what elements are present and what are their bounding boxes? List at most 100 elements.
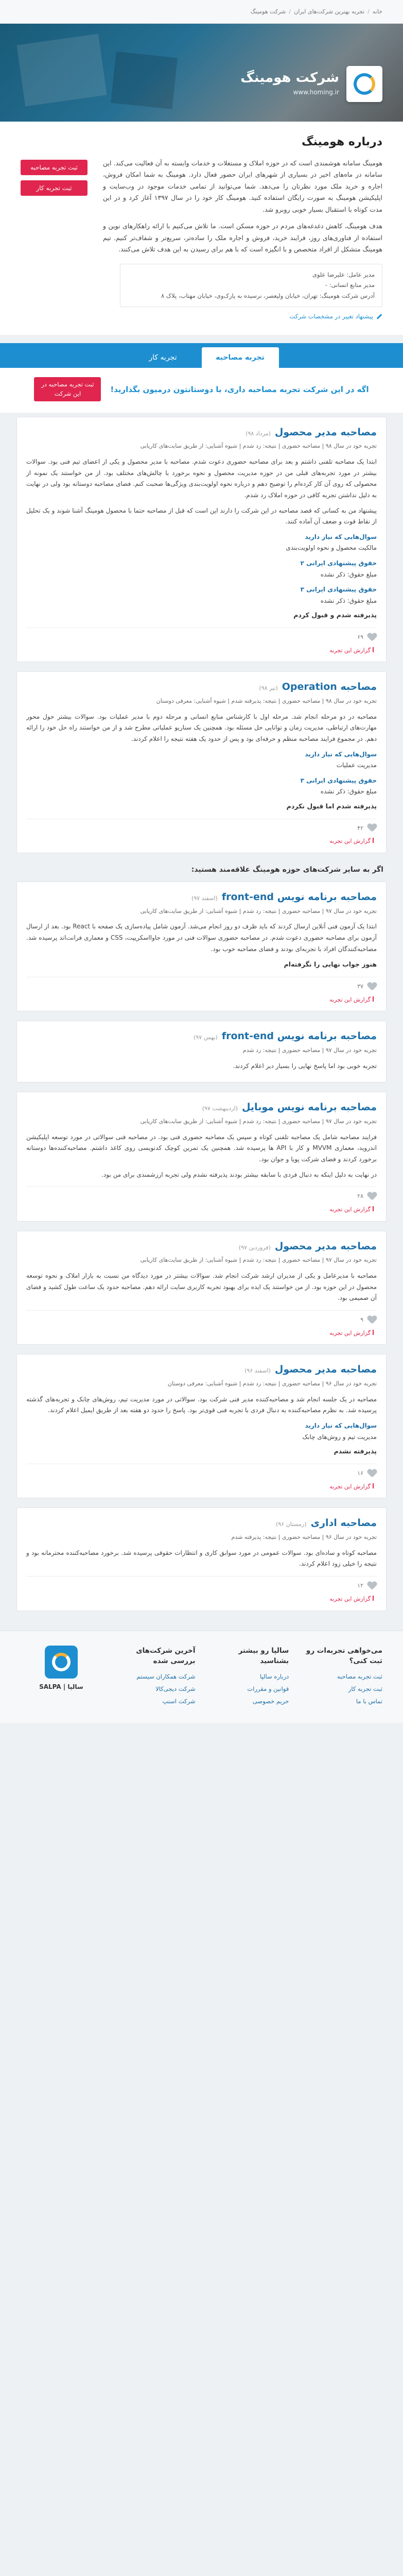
footer: می‌خواهی تجربه‌ات رو ثبت کنی؟ ثبت تجربه … [0,1630,403,1723]
interview-title[interactable]: مصاحبه مدیر محصول(اسفند ۹۶) [26,1363,377,1377]
interview-paragraph: مصاحبه در یک جلسه انجام شد و مصاحبه‌کنند… [26,1395,377,1414]
like-count: ۱۶ [357,1469,363,1477]
field-label: حقوق پیشنهادی ایرانی ۲ [300,559,377,567]
company-meta-box: مدیر عامل: علیرضا علوی مدیر منابع انسانی… [120,263,382,307]
add-work-experience-button[interactable]: ثبت تجربه کار [21,180,87,196]
report-link[interactable]: گزارش این تجربه [26,1205,377,1215]
field-value: مدیریت عملیات [336,761,377,769]
brand-name: سالپا | SALPA [39,1683,83,1690]
interview-title[interactable]: مصاحبه مدیر محصول(مرداد ۹۸) [26,426,377,439]
interview-title-text: مصاحبه Operation [282,681,377,693]
flag-icon [373,1595,377,1601]
add-interview-button[interactable]: ثبت تجربه مصاحبه [21,159,87,175]
about-title: درباره هومینگ [302,135,382,148]
like-count: ۲۸ [357,1193,363,1200]
like-count: ۹ [360,1316,363,1323]
footer-column-title: آخرین شرکت‌های بررسی شده [136,1646,196,1665]
like-count: ۱۲ [357,1582,363,1589]
suggest-edit-link[interactable]: پیشنهاد تغییر در مشخصات شرکت [21,311,382,322]
interview-footer: ۲۸ [26,1187,377,1201]
interview-title-text: مصاحبه اداری [310,1517,377,1529]
meta-hr: مدیر منابع انسانی: - [325,281,375,289]
interview-title[interactable]: مصاحبه Operation (تیر ۹۸) [26,680,377,694]
company-url[interactable]: www.homing.ir [240,87,339,98]
tab-interview[interactable]: تجربه مصاحبه [201,347,279,368]
footer-link[interactable]: ثبت تجربه کار [301,1683,382,1695]
pencil-icon [376,313,382,319]
interview-meta: تجربه خود در سال ۹۷ | مصاحبه حضوری | نتی… [140,1117,377,1125]
meta-ceo: مدیر عامل: علیرضا علوی [312,270,375,278]
heart-icon[interactable] [367,1469,377,1478]
interview-outcome: پذیرفته شدم اما قبول نکردم [286,802,377,810]
experience-tabs: تجربه مصاحبه تجربه کار [0,343,403,368]
interview-title-text: مصاحبه برنامه نویس front-end [221,891,377,903]
heart-icon[interactable] [367,633,377,641]
interview-meta: تجربه خود در سال ۹۸ | مصاحبه حضوری | نتی… [140,443,377,450]
heart-icon[interactable] [367,1316,377,1324]
report-link[interactable]: گزارش این تجربه [26,1594,377,1604]
footer-column: آخرین شرکت‌های بررسی شده شرکت همکاران سی… [114,1646,196,1708]
logo-mark-icon [354,73,375,95]
field-label: سوال‌هایی که نیاز دارید [305,750,377,758]
interview-title[interactable]: مصاحبه برنامه نویس front-end(اسفند ۹۷) [26,890,377,904]
interview-title[interactable]: مصاحبه برنامه نویس موبایل(اردیبهشت ۹۷) [26,1100,377,1114]
heart-icon[interactable] [367,1582,377,1590]
cta-text: اگه در این شرکت تجربه مصاحبه داری، با دو… [110,384,369,394]
interview-title[interactable]: مصاحبه مدیر محصول(فروردین ۹۷) [26,1240,377,1253]
interview-body: مصاحبه در دو مرحله انجام شد. مرحله اول ب… [26,711,377,745]
interview-paragraph: مصاحبه با مدیرعامل و یکی از مدیران ارشد … [26,1272,377,1302]
interview-date: (فروردین ۹۷) [238,1244,271,1251]
breadcrumb-companies[interactable]: تجربه بهترین شرکت‌های ایران [294,7,364,17]
footer-link[interactable]: شرکت اسنپ [114,1695,196,1707]
report-link[interactable]: گزارش این تجربه [26,995,377,1005]
interview-title[interactable]: مصاحبه اداری(زمستان ۹۶) [26,1516,377,1530]
footer-link[interactable]: قوانین و مقررات [208,1683,289,1695]
heart-icon[interactable] [367,824,377,832]
interview-footer: ۱۶ [26,1463,377,1479]
interview-footer: ۹ [26,1310,377,1325]
company-hero: شرکت هومینگ www.homing.ir [0,24,403,122]
flag-icon [373,838,377,843]
interview-card: مصاحبه برنامه نویس front-end(اسفند ۹۷) تج… [16,882,387,1012]
breadcrumb: خانه / تجربه بهترین شرکت‌های ایران / شرک… [0,0,403,24]
heart-icon[interactable] [367,982,377,991]
related-companies-note: اگر به سایر شرکت‌های حوزه هومینگ علاقه‌م… [191,866,383,874]
interview-meta: تجربه خود در سال ۹۷ | مصاحبه حضوری | نتی… [140,1257,377,1264]
report-label: گزارش این تجربه [329,1595,371,1602]
interview-card: مصاحبه برنامه نویس موبایل(اردیبهشت ۹۷) تج… [16,1092,387,1222]
interview-paragraph: در نهایت به دلیل اینکه به دنبال فردی با … [101,1171,377,1178]
interview-card: مصاحبه اداری(زمستان ۹۶) تجربه خود در سال … [16,1507,387,1611]
company-header: شرکت هومینگ www.homing.ir [240,66,382,102]
report-link[interactable]: گزارش این تجربه [26,836,377,846]
breadcrumb-separator: / [367,8,370,15]
breadcrumb-separator: / [289,8,291,15]
footer-link[interactable]: شرکت همکاران سیستم [114,1670,195,1683]
interview-outcome: پذیرفته نشدم [334,1447,377,1455]
field-label: حقوق پیشنهادی ایرانی ۳ [300,776,377,784]
report-link[interactable]: گزارش این تجربه [26,646,377,656]
tab-work[interactable]: تجربه کار [125,347,202,368]
interview-title-text: مصاحبه مدیر محصول [274,426,377,438]
interview-meta: تجربه خود در سال ۹۸ | مصاحبه حضوری | نتی… [156,698,377,705]
report-link[interactable]: گزارش این تجربه [26,1328,377,1338]
salpa-logo-icon[interactable] [44,1645,78,1679]
breadcrumb-home[interactable]: خانه [373,7,382,17]
share-cta: اگه در این شرکت تجربه مصاحبه داری، با دو… [0,368,403,413]
interview-body: ابتدا یک مصاحبه تلفنی داشتم و بعد برای م… [26,456,377,528]
footer-link[interactable]: تماس با ما [301,1695,382,1707]
heart-icon[interactable] [367,1192,377,1200]
interview-card: مصاحبه برنامه نویس front-end(بهمن ۹۷) تجر… [16,1021,387,1083]
footer-link[interactable]: ثبت تجربه مصاحبه [301,1670,382,1683]
company-logo [346,66,382,102]
interview-title[interactable]: مصاحبه برنامه نویس front-end(بهمن ۹۷) [26,1029,377,1043]
footer-column: سالپا رو بیشتر بشناسید درباره سالپا قوان… [208,1646,289,1708]
interview-card: مصاحبه مدیر محصول(فروردین ۹۷) تجربه خود د… [16,1230,387,1345]
interview-meta: تجربه خود در سال ۹۶ | مصاحبه حضوری | نتی… [231,1533,377,1540]
footer-link[interactable]: درباره سالپا [208,1670,289,1683]
footer-link[interactable]: شرکت دیجی‌کالا [114,1683,195,1695]
interview-body: مصاحبه در یک جلسه انجام شد و مصاحبه‌کنند… [26,1394,377,1416]
about-text: هومینگ سامانه هوشمندی است که در حوزه امل… [103,158,382,261]
report-link[interactable]: گزارش این تجربه [26,1482,377,1492]
footer-link[interactable]: حریم خصوصی [208,1695,289,1707]
cta-add-interview-button[interactable]: ثبت تجربه مصاحبه در این شرکت [34,377,101,401]
